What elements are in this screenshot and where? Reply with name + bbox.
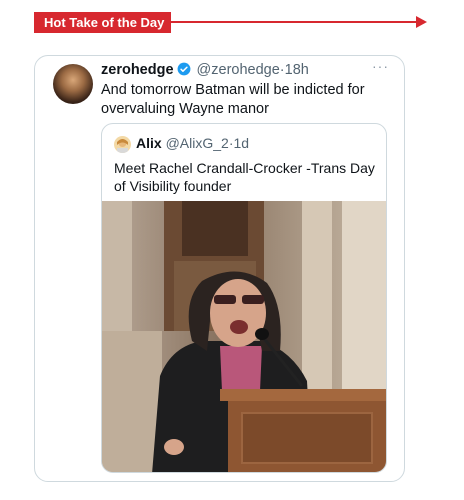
- tweet-text: And tomorrow Batman will be indicted for…: [101, 82, 365, 117]
- quoted-tweet[interactable]: Alix @AlixG_2·1d Meet Rachel Crandall-Cr…: [101, 123, 387, 473]
- verified-badge-icon: [177, 62, 191, 80]
- handle[interactable]: @zerohedge: [197, 62, 280, 78]
- banner-line: [171, 21, 417, 23]
- quoted-display-name[interactable]: Alix: [136, 135, 162, 151]
- display-name[interactable]: zerohedge: [101, 62, 174, 78]
- quoted-avatar[interactable]: [114, 136, 131, 153]
- quoted-photo[interactable]: [102, 201, 386, 472]
- banner-arrow-icon: [416, 16, 427, 28]
- banner-label: Hot Take of the Day: [34, 12, 171, 33]
- quoted-header: Alix @AlixG_2·1d: [136, 135, 249, 151]
- avatar[interactable]: [53, 64, 93, 104]
- tweet-header: zerohedge @zerohedge·18h: [101, 62, 309, 80]
- more-options-icon[interactable]: ···: [372, 58, 389, 74]
- tweet-card[interactable]: zerohedge @zerohedge·18h ··· And tomorro…: [34, 55, 405, 482]
- timestamp[interactable]: 18h: [285, 62, 309, 78]
- quoted-timestamp[interactable]: 1d: [233, 135, 249, 151]
- quoted-text: Meet Rachel Crandall-Crocker -Trans Day …: [114, 160, 375, 194]
- quoted-handle[interactable]: @AlixG_2: [166, 135, 229, 151]
